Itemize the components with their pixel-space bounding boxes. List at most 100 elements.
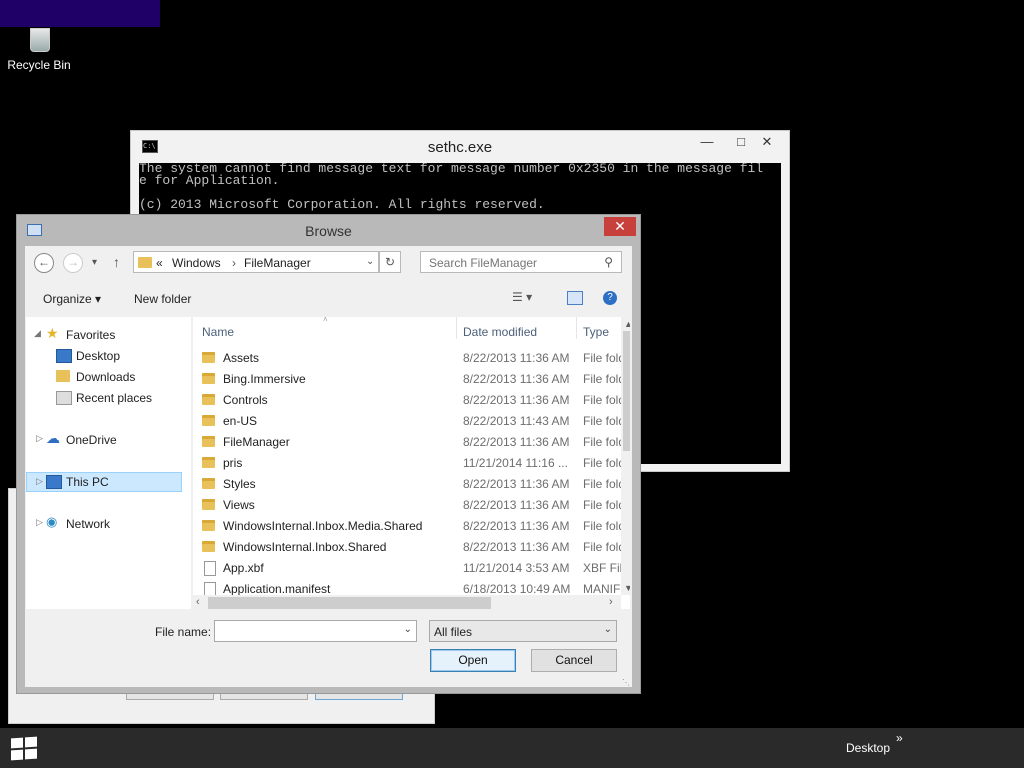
- file-row[interactable]: Assets 8/22/2013 11:36 AM File folder: [193, 348, 623, 369]
- nav-item-network[interactable]: ▷ ◉ Network: [26, 514, 186, 534]
- browse-dialog[interactable]: Browse ✕ ← → ▾ ↑ « Windows › FileManager…: [16, 214, 641, 694]
- horizontal-scrollbar[interactable]: ‹ ›: [193, 595, 621, 609]
- address-segment-filemanager[interactable]: FileManager: [244, 256, 311, 270]
- up-arrow-icon[interactable]: ↑: [113, 254, 120, 270]
- minimize-button[interactable]: —: [690, 131, 724, 153]
- file-date: 11/21/2014 11:16 ...: [463, 456, 568, 470]
- file-row[interactable]: Bing.Immersive 8/22/2013 11:36 AM File fol…: [193, 369, 623, 390]
- file-icon: [204, 561, 216, 576]
- expand-arrow-icon[interactable]: ▷: [36, 476, 43, 487]
- expand-arrow-icon[interactable]: ▷: [36, 433, 43, 444]
- desktop-toolbar-label[interactable]: Desktop: [846, 741, 890, 755]
- close-button[interactable]: ✕: [604, 217, 636, 236]
- folder-icon: [202, 373, 215, 384]
- downloads-icon: [56, 370, 70, 382]
- file-row[interactable]: WindowsInternal.Inbox.Media.Shared 8/22/2…: [193, 516, 623, 537]
- file-name-combo[interactable]: ⌄: [214, 620, 417, 642]
- chevron-down-icon[interactable]: ⌄: [604, 624, 612, 635]
- organize-button[interactable]: Organize ▾: [43, 292, 101, 306]
- nav-item-onedrive[interactable]: ▷ ☁ OneDrive: [26, 430, 186, 450]
- column-divider[interactable]: [456, 317, 457, 339]
- recycle-bin-shortcut[interactable]: Recycle Bin: [4, 26, 74, 76]
- file-name: WindowsInternal.Inbox.Shared: [223, 540, 387, 554]
- column-header-type[interactable]: Type: [583, 325, 609, 339]
- file-type: File folder: [583, 393, 623, 407]
- file-name-label: File name:: [155, 625, 212, 639]
- console-line: e for Application.: [139, 173, 280, 188]
- file-type-select[interactable]: All files ⌄: [429, 620, 617, 642]
- back-button[interactable]: ←: [34, 253, 54, 273]
- address-segment-windows[interactable]: Windows: [172, 256, 221, 270]
- breadcrumb-separator-icon[interactable]: ›: [232, 256, 236, 270]
- start-button[interactable]: [10, 736, 38, 761]
- vertical-scrollbar[interactable]: ▲ ▼: [621, 317, 630, 595]
- file-type: MANIFEST: [583, 582, 623, 596]
- file-row[interactable]: en-US 8/22/2013 11:43 AM File folder: [193, 411, 623, 432]
- column-divider[interactable]: [576, 317, 577, 339]
- file-type: XBF File: [583, 561, 623, 575]
- nav-item-favorites[interactable]: ◢ ★ Favorites: [26, 325, 186, 345]
- address-dropdown-icon[interactable]: ⌄: [366, 256, 374, 267]
- scroll-left-icon[interactable]: ‹: [196, 596, 200, 608]
- file-list[interactable]: Name ˄ Date modified Type Assets 8/22/201…: [193, 317, 630, 609]
- file-type: File folder: [583, 498, 623, 512]
- preview-pane-icon[interactable]: [567, 291, 583, 305]
- horizontal-scroll-thumb[interactable]: [208, 597, 491, 609]
- file-row[interactable]: Controls 8/22/2013 11:36 AM File folder: [193, 390, 623, 411]
- file-date: 6/18/2013 10:49 AM: [463, 582, 571, 596]
- new-folder-button[interactable]: New folder: [134, 292, 191, 306]
- collapse-arrow-icon[interactable]: ◢: [34, 328, 41, 339]
- folder-icon: [202, 541, 215, 552]
- recycle-bin-icon: [25, 26, 53, 52]
- chevron-down-icon[interactable]: ⌄: [404, 624, 412, 635]
- nav-item-recent-places[interactable]: Recent places: [26, 388, 186, 408]
- expand-arrow-icon[interactable]: ▷: [36, 517, 43, 528]
- navigation-pane[interactable]: ◢ ★ Favorites Desktop Downloads Recent p…: [26, 317, 191, 609]
- vertical-scroll-thumb[interactable]: [623, 331, 630, 451]
- column-header-name[interactable]: Name: [202, 325, 234, 339]
- address-prefix[interactable]: «: [156, 256, 163, 270]
- file-row[interactable]: App.xbf 11/21/2014 3:53 AM XBF File: [193, 558, 623, 579]
- folder-icon: [202, 394, 215, 405]
- file-date: 8/22/2013 11:36 AM: [463, 498, 570, 512]
- file-date: 8/22/2013 11:36 AM: [463, 435, 570, 449]
- file-date: 11/21/2014 3:53 AM: [463, 561, 570, 575]
- nav-item-desktop[interactable]: Desktop: [26, 346, 186, 366]
- nav-item-downloads[interactable]: Downloads: [26, 367, 186, 387]
- column-header-date[interactable]: Date modified: [463, 325, 537, 339]
- search-icon[interactable]: ⚲: [604, 255, 613, 269]
- desktop-icon: [56, 349, 72, 363]
- nav-item-this-pc[interactable]: ▷ This PC: [26, 472, 182, 492]
- file-row[interactable]: FileManager 8/22/2013 11:36 AM File folder: [193, 432, 623, 453]
- recent-locations-chevron-icon[interactable]: ▾: [92, 257, 97, 268]
- file-type-value: All files: [434, 625, 473, 639]
- console-titlebar[interactable]: C:\ sethc.exe — □ ✕: [131, 131, 789, 163]
- browse-titlebar[interactable]: Browse ✕: [17, 215, 640, 247]
- refresh-button[interactable]: ↻: [379, 251, 401, 273]
- change-view-icon[interactable]: ☰ ▾: [512, 290, 532, 304]
- forward-button[interactable]: →: [63, 253, 83, 273]
- open-button[interactable]: Open: [430, 649, 516, 672]
- search-box[interactable]: ⚲: [420, 251, 622, 273]
- file-date: 8/22/2013 11:36 AM: [463, 393, 570, 407]
- help-icon[interactable]: ?: [603, 291, 617, 305]
- resize-grip-icon[interactable]: ⋱: [622, 678, 630, 687]
- file-row[interactable]: WindowsInternal.Inbox.Shared 8/22/2013 11…: [193, 537, 623, 558]
- search-input[interactable]: [427, 255, 601, 271]
- scroll-down-icon[interactable]: ▼: [624, 583, 630, 593]
- file-name: App.xbf: [223, 561, 264, 575]
- scroll-right-icon[interactable]: ›: [609, 596, 613, 608]
- cancel-button[interactable]: Cancel: [531, 649, 617, 672]
- file-row[interactable]: Views 8/22/2013 11:36 AM File folder: [193, 495, 623, 516]
- close-button[interactable]: ✕: [747, 131, 787, 153]
- address-bar[interactable]: « Windows › FileManager ⌄: [133, 251, 379, 273]
- file-name: Application.manifest: [223, 582, 331, 596]
- file-date: 8/22/2013 11:36 AM: [463, 372, 570, 386]
- toolbar-chevron-icon[interactable]: »: [896, 731, 903, 745]
- file-row[interactable]: Styles 8/22/2013 11:36 AM File folder: [193, 474, 623, 495]
- windows-logo-icon: [11, 737, 23, 749]
- scroll-up-icon[interactable]: ▲: [624, 319, 630, 329]
- file-date: 8/22/2013 11:43 AM: [463, 414, 570, 428]
- network-icon: ◉: [46, 514, 58, 529]
- file-row[interactable]: pris 11/21/2014 11:16 ... File folder: [193, 453, 623, 474]
